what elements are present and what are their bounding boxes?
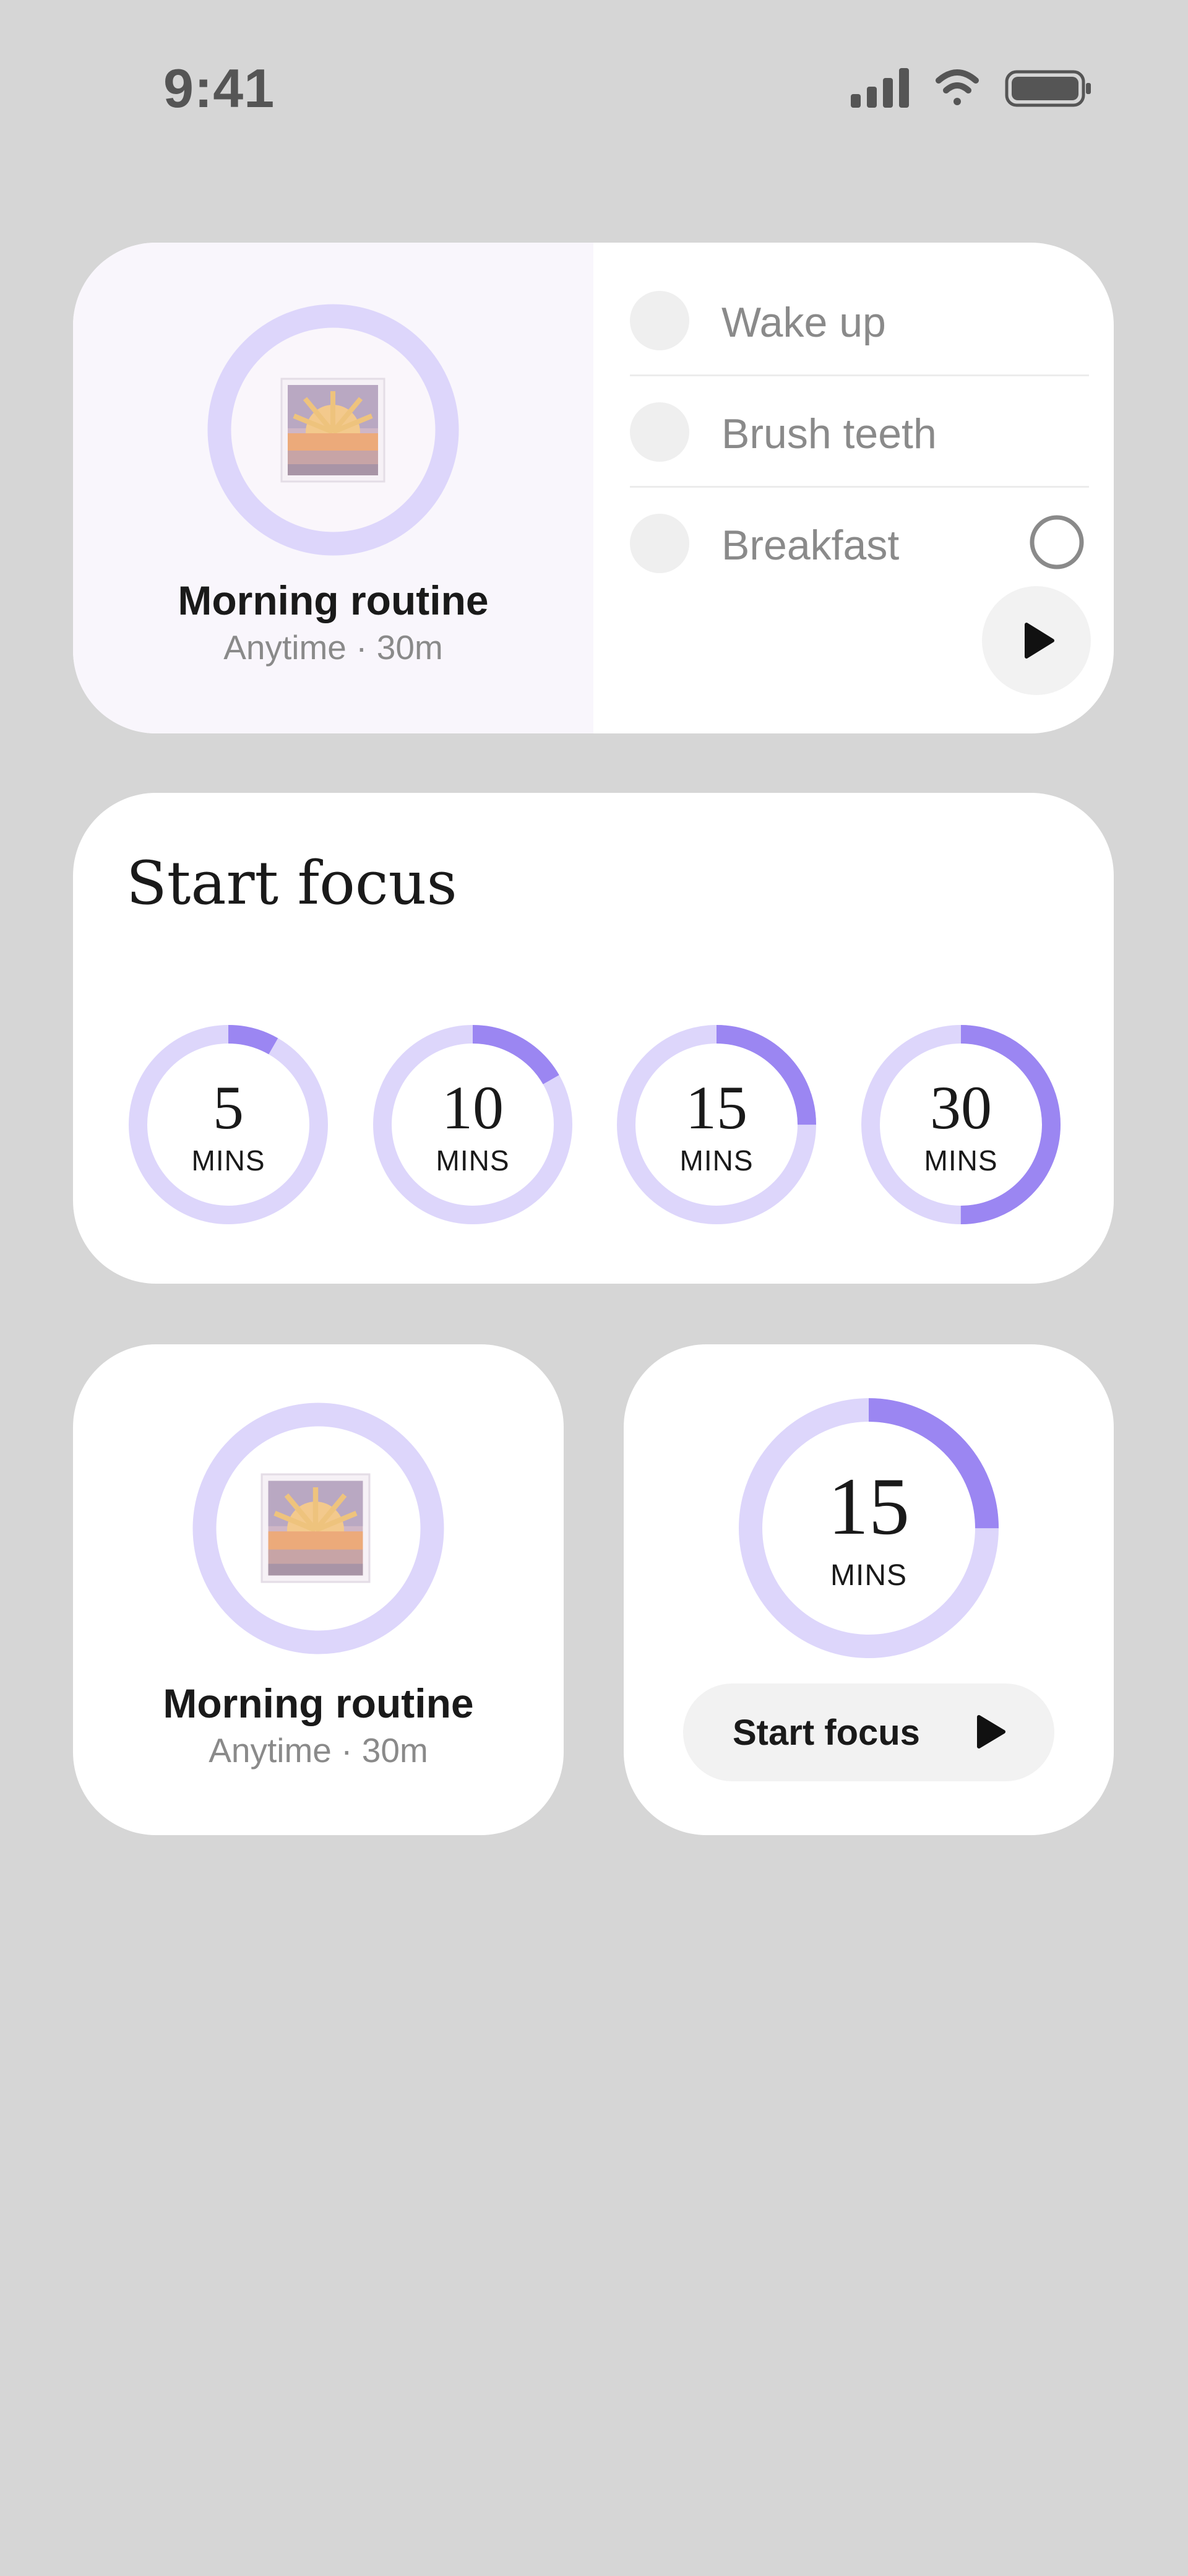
status-icons <box>851 68 1091 108</box>
sunrise-icon <box>260 1473 371 1583</box>
timer-unit: MINS <box>924 1144 998 1177</box>
task-item-breakfast-row[interactable]: Breakfast <box>618 488 1089 599</box>
task-label: Brush teeth <box>721 410 937 457</box>
routine-summary-panel[interactable]: Morning routine Anytime · 30m <box>73 243 593 733</box>
focus-timer-5[interactable]: 5 MINS <box>126 1022 330 1227</box>
timer-value: 15 <box>686 1073 747 1142</box>
complete-circle-icon[interactable] <box>1029 514 1085 570</box>
battery-icon <box>1005 70 1091 107</box>
routine-subtitle: Anytime · 30m <box>223 628 443 667</box>
task-item-brush-teeth-row[interactable]: Brush teeth <box>618 376 1089 488</box>
sunrise-icon <box>280 378 385 483</box>
play-icon <box>1025 623 1054 659</box>
focus-timer-10[interactable]: 10 MINS <box>371 1022 575 1227</box>
start-focus-button[interactable]: Start focus <box>683 1683 1054 1781</box>
start-focus-label: Start focus <box>733 1713 920 1753</box>
timer-value: 10 <box>442 1073 504 1142</box>
routine-widget-small[interactable]: Morning routine Anytime · 30m <box>73 1344 564 1835</box>
task-checkbox[interactable] <box>630 402 689 462</box>
routine-title: Morning routine <box>163 1680 474 1726</box>
focus-title: Start focus <box>126 849 457 918</box>
timer-unit: MINS <box>436 1144 510 1177</box>
routine-subtitle: Anytime · 30m <box>209 1731 428 1770</box>
focus-timer-15-small[interactable]: 15 MINS <box>737 1396 1001 1660</box>
timer-unit: MINS <box>830 1559 907 1592</box>
focus-widget-small[interactable]: 15 MINS Start focus <box>624 1344 1114 1835</box>
focus-timer-30[interactable]: 30 MINS <box>859 1022 1063 1227</box>
cellular-signal-icon <box>851 68 909 108</box>
focus-widget-large[interactable]: Start focus 5 MINS 10 MINS 15 MINS 30 MI… <box>73 793 1114 1284</box>
routine-ring <box>191 1401 446 1656</box>
timer-value: 30 <box>930 1073 992 1142</box>
routine-ring <box>206 303 460 557</box>
task-checkbox[interactable] <box>630 514 689 573</box>
timer-unit: MINS <box>679 1144 754 1177</box>
play-routine-button[interactable] <box>982 586 1091 695</box>
status-time: 9:41 <box>163 58 275 119</box>
play-icon <box>977 1715 1005 1748</box>
focus-timer-15[interactable]: 15 MINS <box>614 1022 819 1227</box>
routine-title: Morning routine <box>178 577 489 623</box>
timer-unit: MINS <box>191 1144 265 1177</box>
wifi-icon <box>936 69 979 105</box>
timer-value: 15 <box>828 1461 910 1552</box>
task-checkbox[interactable] <box>630 291 689 350</box>
task-item-wake-up-row[interactable]: Wake up <box>618 265 1089 376</box>
task-label: Wake up <box>721 299 886 346</box>
task-label: Breakfast <box>721 522 900 569</box>
timer-value: 5 <box>213 1073 244 1142</box>
